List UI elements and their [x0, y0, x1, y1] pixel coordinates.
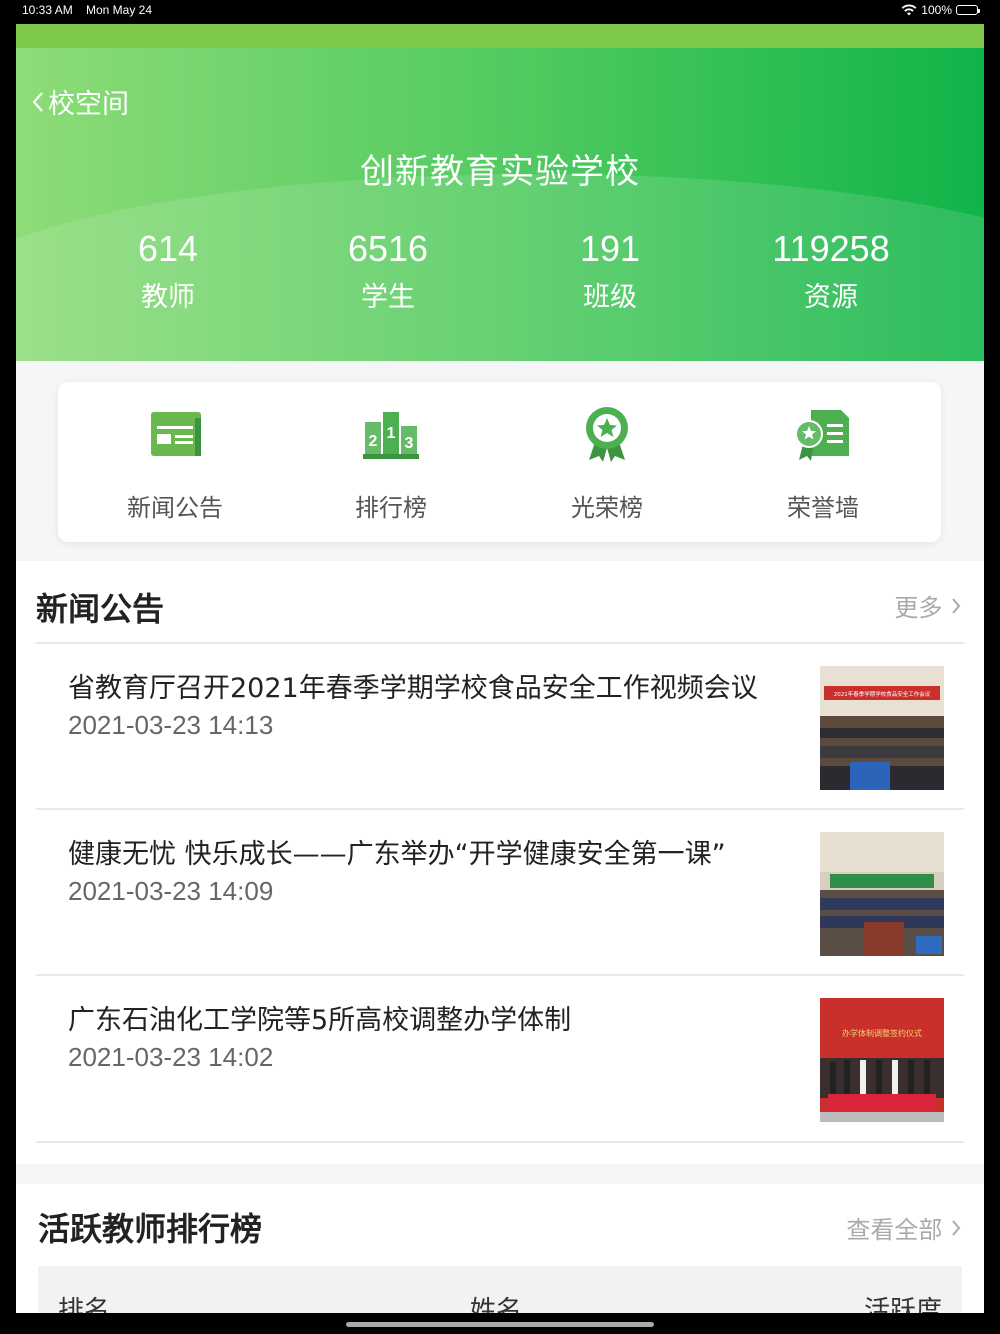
more-label: 更多: [894, 594, 943, 622]
column-header-activity: 活跃度: [863, 1296, 942, 1313]
stat-label: 班级: [583, 282, 637, 313]
stat-teachers[interactable]: 614 教师: [68, 229, 268, 314]
view-all-link[interactable]: 查看全部: [846, 1210, 962, 1245]
status-date: Mon May 24: [86, 3, 153, 17]
svg-text:2: 2: [369, 433, 378, 450]
stat-resources[interactable]: 119258 资源: [731, 229, 931, 314]
news-section-title: 新闻公告: [36, 590, 165, 628]
news-title: 广东石油化工学院等5所高校调整办学体制: [68, 1005, 572, 1036]
quick-link-honor-wall[interactable]: 荣誉墙: [723, 404, 923, 523]
stat-classes[interactable]: 191 班级: [510, 229, 710, 314]
stat-value: 119258: [772, 228, 890, 269]
news-more-link[interactable]: 更多: [894, 588, 962, 623]
certificate-icon: [795, 410, 849, 461]
news-title: 省教育厅召开2021年春季学期学校食品安全工作视频会议: [68, 673, 758, 704]
column-header-name: 姓名: [470, 1296, 523, 1313]
battery-percent: 100%: [921, 3, 952, 17]
ranking-table-header: 排名 姓名 活跃度: [38, 1266, 962, 1313]
thumbnail-caption: 2021年春季学期学校食品安全工作会议: [834, 690, 931, 698]
wifi-icon: [901, 4, 917, 16]
quick-link-ranking[interactable]: 2 1 3 排行榜: [291, 404, 491, 523]
news-item[interactable]: 广东石油化工学院等5所高校调整办学体制 2021-03-23 14:02 办学体…: [36, 976, 964, 1142]
school-name: 创新教育实验学校: [360, 152, 640, 192]
news-time: 2021-03-23 14:09: [68, 876, 274, 906]
news-thumbnail-image: [820, 832, 944, 956]
news-item[interactable]: 健康无忧 快乐成长——广东举办“开学健康安全第一课” 2021-03-23 14…: [36, 810, 964, 976]
quick-link-label: 新闻公告: [127, 494, 223, 522]
section-gap: [16, 1164, 984, 1184]
quick-link-honor-roll[interactable]: 光荣榜: [507, 404, 707, 523]
thumbnail-caption: 办学体制调整签约仪式: [842, 1028, 922, 1038]
status-bar: 10:33 AM Mon May 24 100%: [0, 0, 1000, 22]
divider: [36, 1141, 964, 1143]
quick-link-label: 排行榜: [355, 494, 427, 522]
chevron-right-icon: [952, 598, 961, 614]
chevron-right-icon: [952, 1220, 961, 1236]
view-all-label: 查看全部: [846, 1216, 943, 1244]
ranking-section-title: 活跃教师排行榜: [38, 1210, 263, 1248]
status-right: 100%: [901, 3, 980, 17]
newspaper-icon: [151, 412, 201, 456]
news-time: 2021-03-23 14:13: [68, 710, 274, 740]
news-title: 健康无忧 快乐成长——广东举办“开学健康安全第一课”: [68, 839, 726, 870]
stat-value: 614: [137, 228, 199, 269]
svg-text:1: 1: [387, 425, 396, 442]
back-button[interactable]: 校空间: [30, 82, 129, 121]
stat-label: 学生: [361, 282, 415, 313]
podium-icon: 2 1 3: [363, 412, 419, 459]
home-indicator[interactable]: [346, 1322, 654, 1327]
news-time: 2021-03-23 14:02: [68, 1042, 274, 1072]
stat-students[interactable]: 6516 学生: [288, 229, 488, 314]
status-time: 10:33 AM: [22, 3, 73, 17]
stat-label: 教师: [141, 282, 195, 313]
stat-label: 资源: [804, 282, 858, 313]
header-topbar: [16, 24, 984, 48]
stat-value: 191: [579, 228, 641, 269]
battery-icon: [956, 5, 980, 15]
news-item[interactable]: 省教育厅召开2021年春季学期学校食品安全工作视频会议 2021-03-23 1…: [36, 644, 964, 810]
quick-link-label: 荣誉墙: [787, 494, 859, 522]
award-badge-icon: [586, 407, 628, 462]
back-label: 校空间: [48, 89, 129, 120]
quick-link-label: 光荣榜: [571, 494, 643, 522]
column-header-rank: 排名: [58, 1296, 111, 1313]
svg-text:3: 3: [405, 435, 414, 452]
news-thumbnail-image: 办学体制调整签约仪式: [820, 998, 944, 1122]
app-screen: 校空间 创新教育实验学校 614 教师 6516 学生 191 班级 11925…: [16, 24, 984, 1313]
chevron-left-icon: [32, 91, 43, 112]
quick-link-news[interactable]: 新闻公告: [75, 404, 275, 523]
quick-links-card: 新闻公告 2 1 3 排行榜 光荣榜 荣誉墙: [58, 382, 941, 542]
school-header: 校空间 创新教育实验学校 614 教师 6516 学生 191 班级 11925…: [16, 24, 984, 361]
stat-value: 6516: [347, 228, 429, 269]
news-thumbnail-image: 2021年春季学期学校食品安全工作会议: [820, 666, 944, 790]
